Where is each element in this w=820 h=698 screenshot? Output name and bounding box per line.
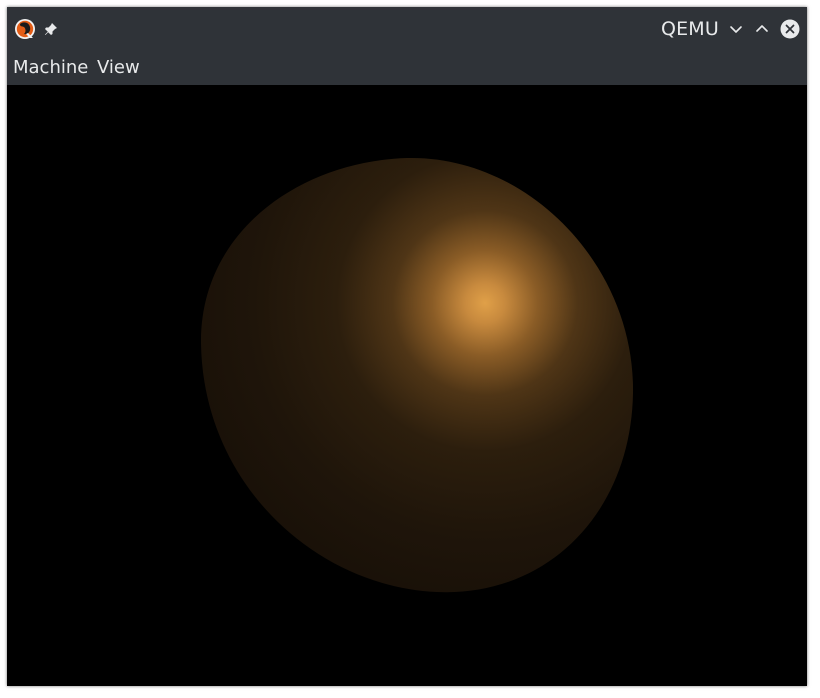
- window-title: QEMU: [660, 18, 719, 40]
- qemu-window: QEMU Machine View: [7, 7, 807, 686]
- menu-view[interactable]: View: [97, 57, 140, 79]
- rendered-sphere: [200, 157, 634, 593]
- qemu-icon[interactable]: [14, 18, 36, 40]
- chevron-down-icon: [730, 26, 742, 33]
- maximize-button[interactable]: [751, 18, 773, 40]
- minimize-button[interactable]: [725, 18, 747, 40]
- close-icon: [780, 19, 800, 39]
- guest-display[interactable]: [7, 85, 807, 686]
- chevron-up-icon: [756, 25, 768, 32]
- title-bar[interactable]: QEMU: [7, 7, 807, 51]
- menu-machine[interactable]: Machine: [13, 57, 88, 79]
- menu-bar: Machine View: [7, 51, 807, 85]
- pin-icon[interactable]: [43, 21, 59, 37]
- close-button[interactable]: [779, 18, 801, 40]
